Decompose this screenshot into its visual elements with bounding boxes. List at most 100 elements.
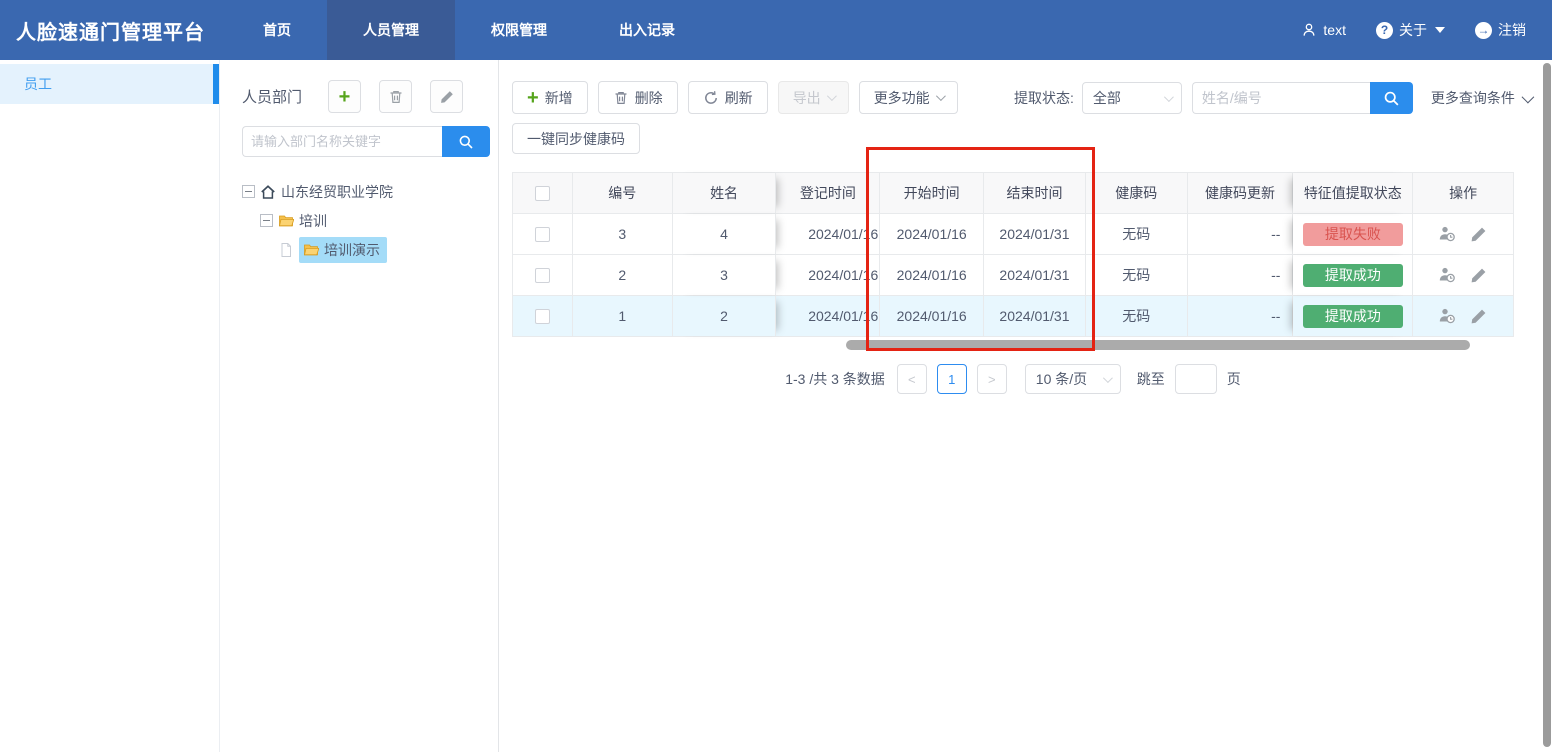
status-badge-fail: 提取失败 [1303,223,1403,246]
table-row-highlighted[interactable]: 1 2 2024/01/16 2024/01/16 2024/01/31 无码 … [513,296,1513,337]
search-icon [458,134,474,150]
extract-status-select[interactable]: 全部 [1082,82,1182,114]
logout-button[interactable]: → 注销 [1475,20,1526,40]
pagination: 1-3 /共 3 条数据 < 1 > 10 条/页 跳至 页 [512,364,1514,394]
chevron-down-icon [1103,373,1113,383]
vertical-scrollbar [1543,63,1551,747]
header-operation: 操作 [1413,173,1513,213]
folder-icon [278,213,294,229]
leaf-file-icon [278,242,294,258]
delete-button[interactable]: 删除 [598,81,678,114]
nav-right: text ? 关于 → 注销 [1301,0,1552,60]
vertical-scrollbar-thumb[interactable] [1543,63,1551,747]
next-page-button[interactable]: > [977,364,1007,394]
edit-icon[interactable] [1469,307,1488,326]
row-checkbox[interactable] [535,309,550,324]
pencil-icon [439,89,455,105]
page-number-button[interactable]: 1 [937,364,967,394]
tree-node-training-demo[interactable]: 培训演示 [278,235,480,264]
select-all-checkbox[interactable] [535,186,550,201]
search-icon [1383,90,1400,107]
edit-icon[interactable] [1469,225,1488,244]
chevron-down-icon [827,91,837,101]
page-size-select[interactable]: 10 条/页 [1025,364,1121,394]
tree-node-college[interactable]: 山东经贸职业学院 [242,177,480,206]
nav-menu: 首页 人员管理 权限管理 出入记录 [227,0,711,60]
nav-item-permissions[interactable]: 权限管理 [455,0,583,60]
chevron-down-icon [1521,90,1534,103]
collapse-toggle-icon[interactable] [260,214,273,227]
toolbar: +新增 删除 刷新 导出 更多功能 [512,81,958,114]
filter-bar: 提取状态: 全部 更多查询条件 [1014,82,1531,114]
trash-icon [613,90,629,106]
page: 人脸速通门管理平台 首页 人员管理 权限管理 出入记录 text ? 关于 → … [0,0,1552,752]
status-badge-success: 提取成功 [1303,305,1403,328]
row-checkbox[interactable] [535,268,550,283]
edit-icon[interactable] [1469,266,1488,285]
user-menu[interactable]: text [1301,22,1346,38]
department-panel: 人员部门 + 山东经贸职业学院 [220,60,499,752]
status-badge-success: 提取成功 [1303,264,1403,287]
question-icon: ? [1376,22,1393,39]
plus-icon: + [339,87,351,107]
trash-icon [388,89,404,105]
table-row[interactable]: 2 3 2024/01/16 2024/01/16 2024/01/31 无码 … [513,255,1513,296]
department-search-input[interactable] [242,126,442,157]
department-search-button[interactable] [442,126,490,157]
tree-node-selected[interactable]: 培训演示 [299,237,387,263]
about-menu[interactable]: ? 关于 [1376,20,1445,40]
folder-icon [303,242,319,258]
app-title: 人脸速通门管理平台 [0,0,227,60]
user-icon [1301,22,1317,38]
logout-arrow-icon: → [1475,22,1492,39]
table-header-row: 编号 姓名 登记时间 开始时间 结束时间 健康码 健康码更新 特征值提取状态 操… [513,173,1513,214]
header-register-time: 登记时间 [776,173,880,213]
chevron-down-icon [1164,92,1174,102]
jump-to-label: 跳至 [1137,369,1165,389]
person-schedule-icon[interactable] [1438,225,1457,244]
extract-status-label: 提取状态: [1014,88,1074,108]
tree-node-training[interactable]: 培训 [260,206,480,235]
collapse-toggle-icon[interactable] [242,185,255,198]
add-button[interactable]: +新增 [512,81,588,114]
header-end-time: 结束时间 [984,173,1086,213]
nav-item-personnel[interactable]: 人员管理 [327,0,455,60]
more-query-conditions[interactable]: 更多查询条件 [1431,88,1531,108]
pagination-summary: 1-3 /共 3 条数据 [785,369,885,389]
header-health-update: 健康码更新 [1188,173,1294,213]
plus-icon: + [527,88,539,108]
header-no: 编号 [573,173,673,213]
horizontal-scrollbar-thumb[interactable] [846,340,1470,350]
caret-down-icon [1435,27,1445,33]
active-indicator [213,64,219,104]
header-name: 姓名 [673,173,777,213]
export-button[interactable]: 导出 [778,81,849,114]
nav-item-records[interactable]: 出入记录 [583,0,711,60]
person-schedule-icon[interactable] [1438,307,1457,326]
prev-page-button[interactable]: < [897,364,927,394]
edit-department-button[interactable] [430,80,463,113]
table-search-button[interactable] [1370,82,1413,114]
sidebar-item-employee[interactable]: 员工 [0,64,219,104]
add-department-button[interactable]: + [328,80,361,113]
personnel-table: 编号 姓名 登记时间 开始时间 结束时间 健康码 健康码更新 特征值提取状态 操… [512,172,1514,337]
table-row[interactable]: 3 4 2024/01/16 2024/01/16 2024/01/31 无码 … [513,214,1513,255]
name-search-input[interactable] [1192,82,1370,114]
nav-item-home[interactable]: 首页 [227,0,327,60]
user-name: text [1323,22,1346,38]
department-tree: 山东经贸职业学院 培训 培训演示 [242,177,480,264]
header-extract-status: 特征值提取状态 [1293,173,1413,213]
jump-to-page-input[interactable] [1175,364,1217,394]
main-content: +新增 删除 刷新 导出 更多功能 提取状态: 全部 [500,60,1552,752]
person-schedule-icon[interactable] [1438,266,1457,285]
header-start-time: 开始时间 [880,173,984,213]
refresh-button[interactable]: 刷新 [688,81,768,114]
navbar: 人脸速通门管理平台 首页 人员管理 权限管理 出入记录 text ? 关于 → … [0,0,1552,60]
delete-department-button[interactable] [379,80,412,113]
sync-health-code-button[interactable]: 一键同步健康码 [512,123,640,154]
row-checkbox[interactable] [535,227,550,242]
more-functions-button[interactable]: 更多功能 [859,81,958,114]
refresh-icon [703,90,719,106]
sidebar: 员工 [0,60,220,752]
department-panel-title: 人员部门 [242,86,302,107]
